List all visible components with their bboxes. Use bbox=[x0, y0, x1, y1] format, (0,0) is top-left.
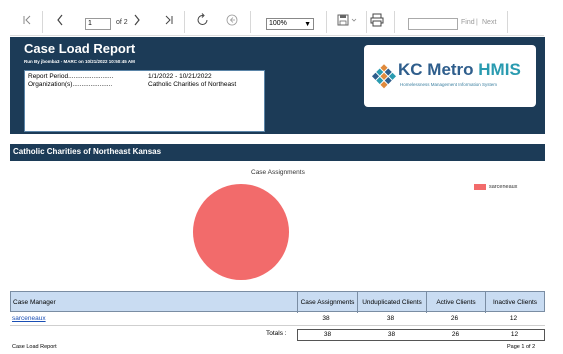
find-input[interactable] bbox=[408, 18, 458, 30]
report-header: Case Load Report Run By jbomba3 - MARC o… bbox=[10, 37, 545, 134]
col-header-case-assignments: Case Assignments bbox=[297, 292, 357, 313]
find-next-link[interactable]: Next bbox=[482, 19, 496, 26]
logo-wordmark: KC Metro HMIS bbox=[398, 60, 521, 80]
kc-metro-hmis-logo: KC Metro HMIS Homelessness Management In… bbox=[364, 45, 536, 107]
zoom-select[interactable]: 100% ▼ bbox=[266, 18, 314, 30]
case-assignments-cell: 38 bbox=[322, 315, 330, 322]
col-header-inactive-clients: Inactive Clients bbox=[485, 292, 544, 313]
logo-kc-metro: KC Metro bbox=[398, 60, 479, 79]
param-label: Report Period......................... bbox=[28, 73, 114, 80]
refresh-icon[interactable] bbox=[196, 12, 210, 32]
report-parameters: Report Period......................... 1… bbox=[24, 70, 265, 132]
param-label: Organization(s)...................... bbox=[28, 81, 113, 88]
last-page-icon[interactable] bbox=[164, 13, 174, 31]
toolbar-divider bbox=[366, 11, 367, 33]
chevron-right-icon[interactable] bbox=[132, 13, 142, 31]
param-value: 1/1/2022 - 10/21/2022 bbox=[148, 73, 212, 80]
report-viewer-toolbar: 1 of 2 100% ▼ Find | Next bbox=[10, 8, 544, 36]
col-header-case-manager: Case Manager bbox=[13, 299, 56, 306]
totals-label: Totals : bbox=[266, 330, 287, 337]
col-header-active-clients: Active Clients bbox=[426, 292, 485, 313]
total-active-clients: 26 bbox=[451, 331, 460, 338]
footer-page-number: Page 1 of 2 bbox=[507, 344, 536, 350]
print-icon[interactable] bbox=[370, 12, 384, 32]
totals-box: 38 38 26 12 bbox=[297, 329, 545, 341]
total-unduplicated-clients: 38 bbox=[387, 331, 396, 338]
totals-row: Totals : 38 38 26 12 bbox=[10, 329, 545, 341]
legend-label: sarceneaux bbox=[489, 184, 518, 190]
organization-header: Catholic Charities of Northeast Kansas bbox=[10, 144, 545, 161]
back-to-parent-icon[interactable] bbox=[225, 12, 239, 32]
col-header-unduplicated-clients: Unduplicated Clients bbox=[357, 292, 426, 313]
logo-tagline: Homelessness Management Information Syst… bbox=[400, 82, 498, 87]
toolbar-divider bbox=[184, 11, 185, 33]
param-value: Catholic Charities of Northeast bbox=[148, 81, 237, 88]
save-icon[interactable] bbox=[337, 13, 359, 31]
toolbar-divider bbox=[326, 11, 327, 33]
legend-swatch bbox=[474, 184, 486, 190]
report-page: Case Load Report Run By jbomba3 - MARC o… bbox=[10, 37, 545, 354]
footer-report-name: Case Load Report bbox=[12, 344, 57, 350]
logo-hmis: HMIS bbox=[478, 60, 521, 79]
chart-title: Case Assignments bbox=[251, 169, 305, 176]
find-separator: | bbox=[476, 19, 478, 26]
inactive-clients-cell: 12 bbox=[509, 315, 518, 322]
zoom-value: 100% bbox=[269, 20, 287, 27]
unduplicated-clients-cell: 38 bbox=[386, 315, 395, 322]
page-number-input[interactable]: 1 bbox=[85, 18, 111, 30]
chevron-down-icon: ▼ bbox=[304, 21, 311, 28]
report-title: Case Load Report bbox=[24, 41, 136, 56]
total-inactive-clients: 12 bbox=[510, 331, 519, 338]
run-by-text: Run By jbomba3 - MARC on 10/21/2022 10:5… bbox=[24, 59, 135, 64]
toolbar-divider bbox=[250, 11, 251, 33]
param-report-period: Report Period......................... 1… bbox=[28, 73, 212, 80]
find-link[interactable]: Find bbox=[461, 19, 475, 26]
toolbar-divider bbox=[507, 11, 508, 33]
table-row: sarceneaux 38 38 26 12 bbox=[10, 312, 545, 326]
toolbar-divider bbox=[42, 11, 43, 33]
param-organization: Organization(s)...................... Ca… bbox=[28, 81, 236, 88]
page-count-label: of 2 bbox=[116, 19, 128, 26]
logo-grid-icon bbox=[371, 64, 397, 89]
pie-slice-sarceneaux bbox=[192, 183, 290, 281]
total-case-assignments: 38 bbox=[323, 331, 332, 338]
toolbar-divider bbox=[394, 11, 395, 33]
case-manager-link[interactable]: sarceneaux bbox=[12, 315, 46, 322]
first-page-icon[interactable] bbox=[22, 13, 32, 31]
organization-name: Catholic Charities of Northeast Kansas bbox=[13, 147, 162, 156]
chevron-left-icon[interactable] bbox=[55, 13, 65, 31]
case-assignments-pie-chart bbox=[192, 183, 290, 281]
active-clients-cell: 26 bbox=[450, 315, 459, 322]
table-header-row: Case Manager Case Assignments Unduplicat… bbox=[10, 291, 545, 313]
